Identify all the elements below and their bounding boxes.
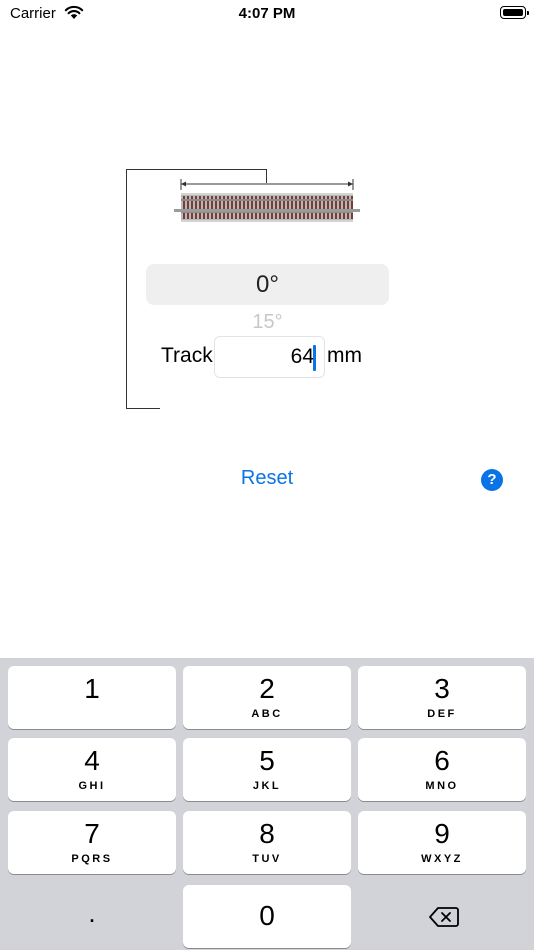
numeric-keyboard: 1 2 ABC 3 DEF 4 GHI 5 JKL 6 MNO 7 PQRS 8… bbox=[0, 658, 534, 950]
battery-icon bbox=[500, 6, 529, 19]
key-4[interactable]: 4 GHI bbox=[8, 738, 176, 801]
delete-key[interactable] bbox=[358, 885, 526, 948]
unit-label: mm bbox=[327, 344, 362, 367]
key-5[interactable]: 5 JKL bbox=[183, 738, 351, 801]
key-6[interactable]: 6 MNO bbox=[358, 738, 526, 801]
clock: 4:07 PM bbox=[238, 5, 296, 22]
track-label: Track bbox=[161, 344, 213, 367]
key-1[interactable]: 1 bbox=[8, 666, 176, 729]
track-icon bbox=[174, 179, 360, 222]
delete-backward-icon bbox=[429, 907, 459, 927]
status-bar: Carrier 4:07 PM bbox=[0, 0, 534, 28]
angle-picker-selected[interactable]: 0° bbox=[146, 264, 389, 305]
key-7[interactable]: 7 PQRS bbox=[8, 811, 176, 874]
key-9[interactable]: 9 WXYZ bbox=[358, 811, 526, 874]
key-2[interactable]: 2 ABC bbox=[183, 666, 351, 729]
track-length-value: 64 bbox=[290, 345, 314, 368]
key-decimal[interactable]: . bbox=[8, 885, 176, 948]
key-3[interactable]: 3 DEF bbox=[358, 666, 526, 729]
key-8[interactable]: 8 TUV bbox=[183, 811, 351, 874]
track-length-field[interactable]: 64 bbox=[214, 336, 325, 378]
angle-picker-next[interactable]: 15° bbox=[146, 309, 389, 329]
reset-button[interactable]: Reset bbox=[0, 467, 534, 490]
text-cursor bbox=[313, 345, 316, 371]
help-icon[interactable]: ? bbox=[481, 469, 503, 491]
key-0[interactable]: 0 bbox=[183, 885, 351, 948]
